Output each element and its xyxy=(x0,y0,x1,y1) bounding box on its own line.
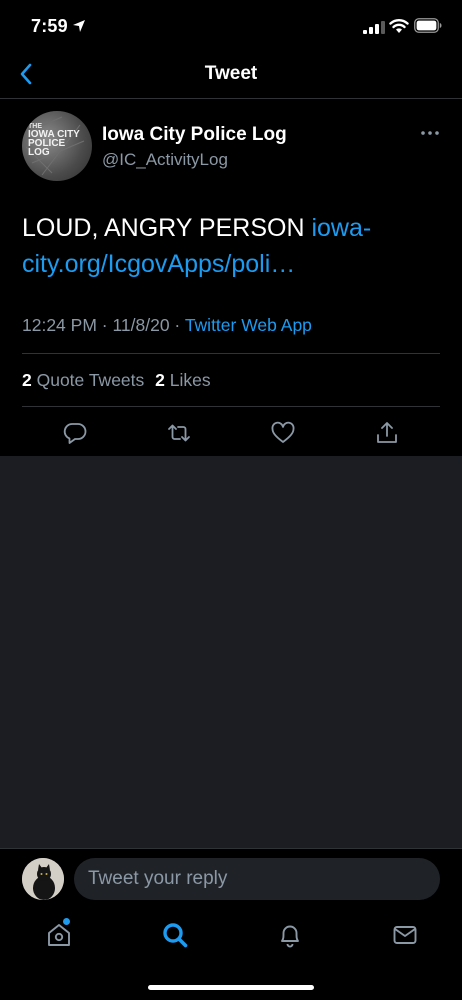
tweet-date: 11/8/20 xyxy=(112,315,170,335)
status-bar: 7:59 xyxy=(0,0,462,50)
reply-icon[interactable] xyxy=(62,420,88,446)
wifi-icon xyxy=(389,19,409,33)
user-avatar[interactable] xyxy=(22,858,64,900)
home-indicator[interactable] xyxy=(148,985,314,990)
like-count: 2 xyxy=(155,370,165,390)
reply-input[interactable] xyxy=(74,858,440,900)
quote-count: 2 xyxy=(22,370,32,390)
author-handle[interactable]: @IC_ActivityLog xyxy=(102,150,228,170)
avatar-text-line-4: LOG xyxy=(28,147,50,158)
author-name[interactable]: Iowa City Police Log xyxy=(102,124,287,146)
replies-area xyxy=(0,456,462,848)
heart-icon[interactable] xyxy=(270,420,296,446)
tweet-actions xyxy=(0,420,462,450)
meta-separator: · xyxy=(169,315,185,335)
tweet-time: 12:24 PM xyxy=(22,315,97,335)
quote-label: Quote Tweets xyxy=(36,370,145,390)
tab-bar xyxy=(0,908,462,1000)
meta-separator: · xyxy=(96,315,113,335)
location-arrow-icon xyxy=(73,20,85,32)
mail-icon[interactable] xyxy=(390,920,420,950)
page-title: Tweet xyxy=(204,63,258,84)
more-icon[interactable] xyxy=(418,126,442,140)
cellular-signal-icon xyxy=(363,21,385,34)
bell-icon[interactable] xyxy=(275,920,305,950)
tweet-source[interactable]: Twitter Web App xyxy=(185,315,312,335)
author-avatar[interactable]: THE IOWA CITY POLICE LOG xyxy=(22,111,92,181)
nav-bar: Tweet xyxy=(0,50,462,99)
status-time: 7:59 xyxy=(31,16,68,36)
battery-icon xyxy=(414,18,442,33)
tweet-stats: 2 Quote Tweets 2 Likes xyxy=(22,370,217,391)
tweet-meta: 12:24 PM · 11/8/20 · Twitter Web App xyxy=(22,315,312,336)
home-icon[interactable] xyxy=(44,920,74,950)
quote-tweets-stat[interactable]: 2 Quote Tweets xyxy=(22,370,144,390)
like-label: Likes xyxy=(169,370,211,390)
home-notification-dot xyxy=(63,918,70,925)
share-icon[interactable] xyxy=(374,420,400,446)
divider xyxy=(22,353,440,354)
reply-bar xyxy=(0,848,462,908)
tweet-body: LOUD, ANGRY PERSON xyxy=(22,214,312,242)
likes-stat[interactable]: 2 Likes xyxy=(155,370,210,390)
divider xyxy=(22,406,440,407)
retweet-icon[interactable] xyxy=(166,420,192,446)
search-icon[interactable] xyxy=(160,920,190,950)
tweet-text: LOUD, ANGRY PERSON iowa-city.org/IcgovAp… xyxy=(22,210,432,282)
